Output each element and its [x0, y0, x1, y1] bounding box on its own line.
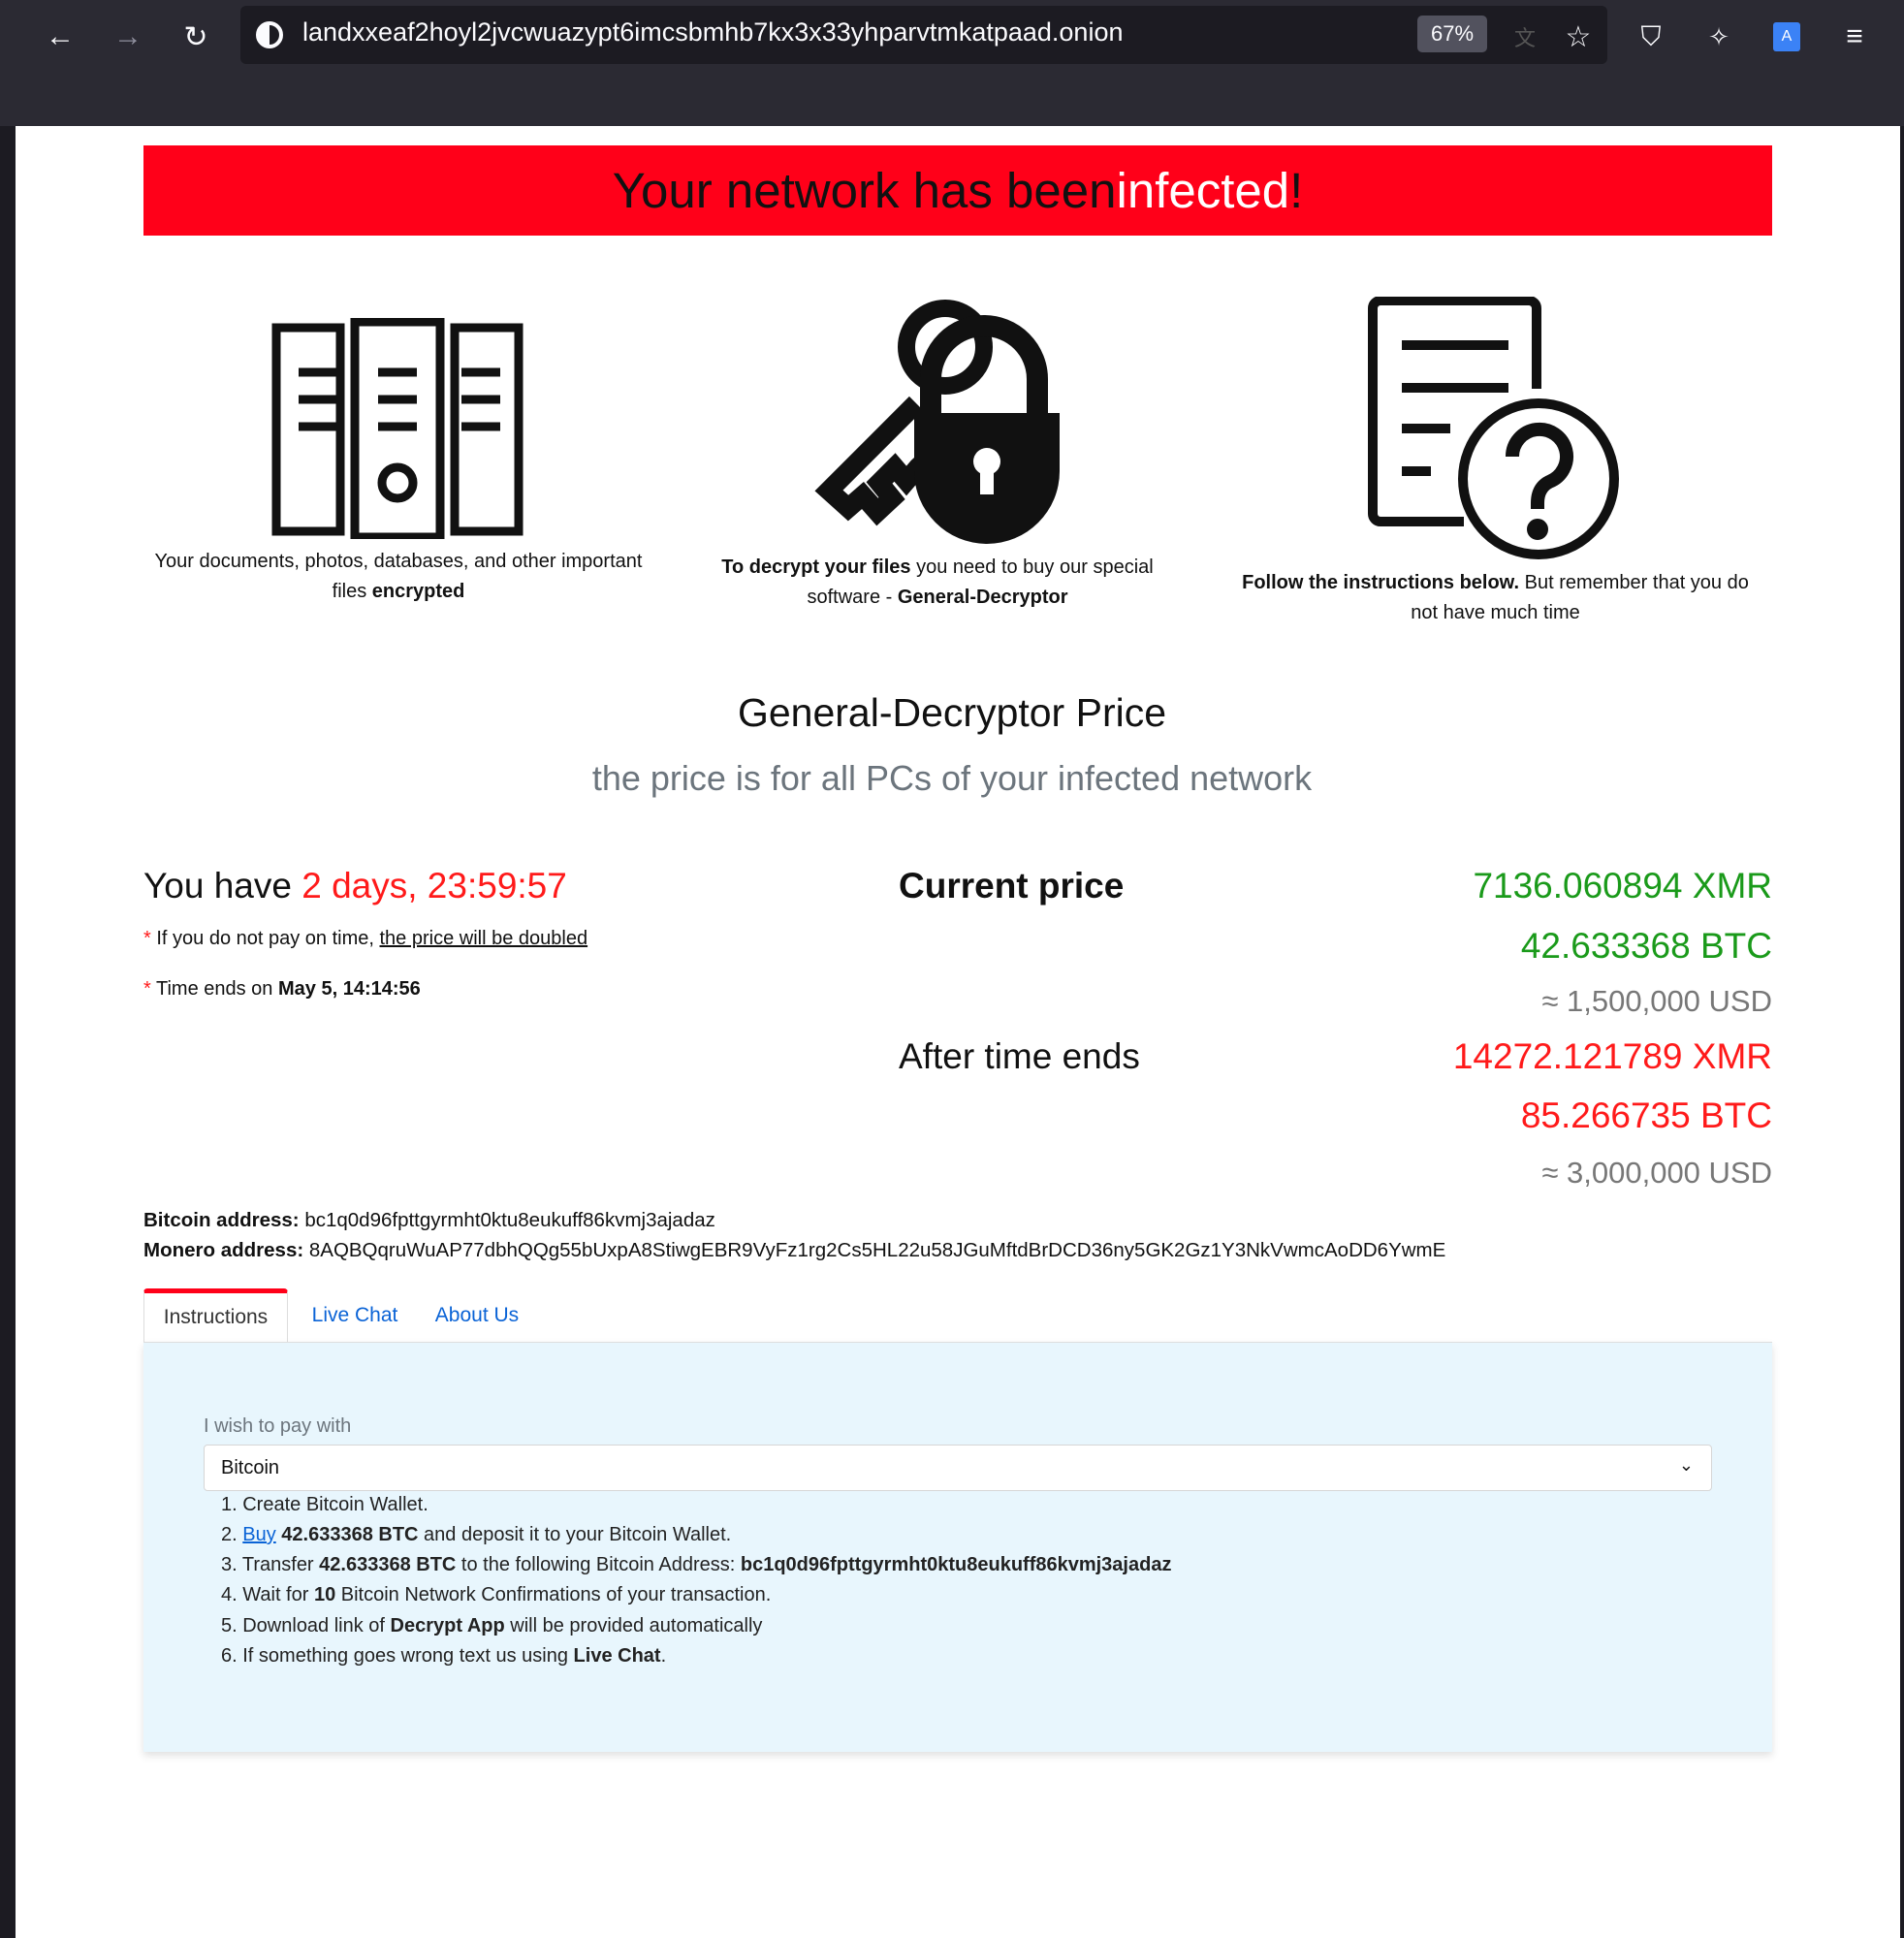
- after-btc: 85.266735 BTC: [1520, 1096, 1772, 1135]
- time-ends-note: * Time ends on May 5, 14:14:56: [143, 978, 421, 1000]
- current-usd: ≈ 1,500,000 USD: [1541, 984, 1772, 1018]
- tab-live-chat[interactable]: Live Chat: [296, 1288, 414, 1342]
- selected-value: Bitcoin: [221, 1456, 280, 1478]
- countdown-value: 2 days, 23:59:57: [301, 866, 567, 905]
- zoom-level[interactable]: 67%: [1417, 16, 1487, 52]
- feature-caption: Follow the instructions below. But remem…: [1242, 572, 1749, 623]
- tab-about-us[interactable]: About Us: [423, 1288, 531, 1342]
- pay-with-label: I wish to pay with: [204, 1415, 352, 1437]
- list-item: 1. Create Bitcoin Wallet.: [221, 1494, 428, 1515]
- reload-icon[interactable]: ↻: [176, 17, 215, 56]
- menu-icon[interactable]: ≡: [1835, 17, 1874, 56]
- buy-link[interactable]: Buy: [242, 1524, 275, 1545]
- list-item: 3. Transfer 42.633368 BTC to the followi…: [221, 1554, 1172, 1575]
- current-xmr: 7136.060894 XMR: [1473, 866, 1772, 905]
- payment-method-select[interactable]: Bitcoin ⌄: [204, 1445, 1712, 1491]
- bitcoin-address: Bitcoin address: bc1q0d96fpttgyrmht0ktu8…: [143, 1209, 715, 1231]
- document-question-icon: [1368, 297, 1619, 559]
- double-price-note: * If you do not pay on time, the price w…: [143, 928, 588, 949]
- bitcoin-address-value[interactable]: bc1q0d96fpttgyrmht0ktu8eukuff86kvmj3ajad…: [300, 1209, 715, 1231]
- monero-address-value[interactable]: 8AQBQqruWuAP77dbhQQg55bUxpA8StiwgEBR9VyF…: [303, 1239, 1445, 1261]
- feature-caption: To decrypt your files you need to buy ou…: [721, 556, 1154, 608]
- banner-text: Your network has been: [612, 163, 1117, 218]
- chevron-down-icon: ⌄: [1678, 1455, 1694, 1475]
- side-strip: [1900, 126, 1904, 1938]
- after-usd: ≈ 3,000,000 USD: [1541, 1156, 1772, 1190]
- current-btc: 42.633368 BTC: [1520, 926, 1772, 966]
- feature-caption: Your documents, photos, databases, and o…: [154, 551, 643, 602]
- current-price-label: Current price: [899, 866, 1125, 905]
- price-subtitle: the price is for all PCs of your infecte…: [591, 758, 1313, 798]
- list-item: 4. Wait for 10 Bitcoin Network Confirmat…: [221, 1584, 772, 1605]
- back-icon[interactable]: ←: [41, 17, 79, 56]
- after-xmr: 14272.121789 XMR: [1452, 1036, 1772, 1076]
- monero-address: Monero address: 8AQBQqruWuAP77dbhQQg55bU…: [143, 1239, 1446, 1261]
- shield-icon[interactable]: ⛉: [1632, 17, 1670, 56]
- tab-instructions[interactable]: Instructions: [143, 1288, 288, 1342]
- list-item: 2. Buy 42.633368 BTC and deposit it to y…: [221, 1524, 732, 1545]
- forward-icon[interactable]: →: [109, 17, 147, 56]
- onion-icon: [256, 21, 283, 48]
- files-icon: [271, 318, 524, 539]
- translator-extension-icon[interactable]: A: [1773, 22, 1800, 51]
- translate-page-icon[interactable]: 文: [1506, 17, 1544, 56]
- key-lock-icon: [814, 300, 1060, 544]
- infected-banner: Your network has been infected!: [143, 145, 1772, 236]
- banner-highlight: infected: [1116, 163, 1290, 218]
- bookmark-star-icon[interactable]: ☆: [1559, 17, 1598, 56]
- side-strip: [0, 126, 16, 1938]
- price-title: General-Decryptor Price: [737, 690, 1167, 735]
- browser-toolbar: ← → ↻ landxxeaf2hoyl2jvcwuazypt6imcsbmhb…: [0, 0, 1904, 126]
- url-text[interactable]: landxxeaf2hoyl2jvcwuazypt6imcsbmhb7kx3x3…: [302, 17, 1123, 48]
- countdown: You have 2 days, 23:59:57: [143, 866, 567, 905]
- list-item: 6. If something goes wrong text us using…: [221, 1645, 667, 1667]
- list-item: 5. Download link of Decrypt App will be …: [221, 1615, 763, 1636]
- instructions-panel: [143, 1342, 1772, 1752]
- magic-wand-icon[interactable]: ✧: [1699, 17, 1738, 56]
- banner-text: !: [1289, 163, 1304, 218]
- after-time-label: After time ends: [899, 1036, 1140, 1076]
- price-doubled-link[interactable]: the price will be doubled: [380, 928, 588, 949]
